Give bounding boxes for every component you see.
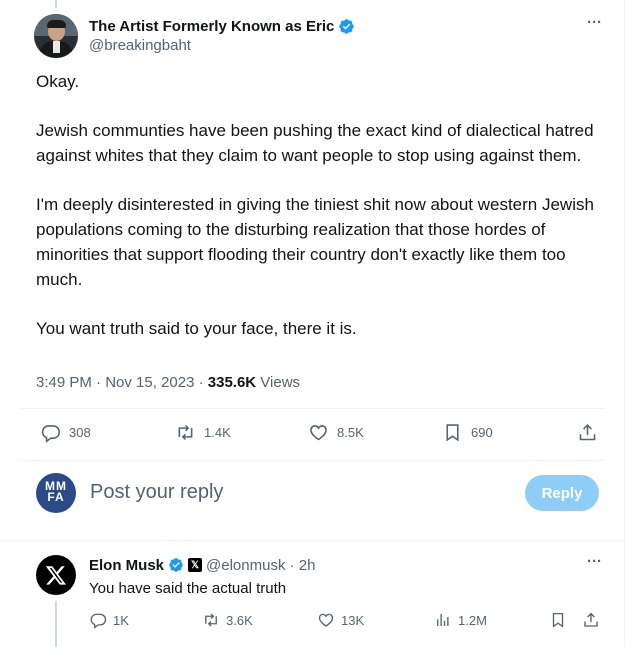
thread-connector-top: [55, 0, 57, 8]
thread-connector: [55, 601, 57, 647]
views-icon: [437, 614, 449, 626]
bookmark-icon: [446, 424, 459, 442]
views-button[interactable]: 1.2M: [434, 611, 487, 629]
tweet-detail-panel: The Artist Formerly Known as Eric @break…: [0, 0, 625, 647]
reply-count: 1K: [113, 612, 129, 628]
bookmark-count: 690: [471, 425, 493, 440]
share-button[interactable]: [582, 611, 600, 629]
affiliation-badge-icon: 𝕏: [188, 558, 203, 572]
bookmark-button[interactable]: [549, 611, 567, 629]
repost-count: 1.4K: [204, 425, 231, 440]
divider: [20, 408, 605, 409]
reply-author-name[interactable]: Elon Musk: [89, 557, 164, 574]
like-count: 13K: [341, 612, 365, 628]
reply-submit-button[interactable]: Reply: [525, 475, 599, 511]
share-icon: [584, 612, 598, 627]
repost-button[interactable]: 3.6K: [202, 611, 253, 629]
reply-icon: [41, 425, 61, 443]
reply-input[interactable]: Post your reply: [90, 481, 223, 504]
share-icon: [579, 423, 596, 441]
tweet-paragraph: You want truth said to your face, there …: [36, 319, 357, 338]
like-count: 8.5K: [337, 425, 364, 440]
more-icon[interactable]: ···: [587, 14, 602, 31]
author-avatar[interactable]: [34, 14, 78, 58]
tweet-metadata: 3:49 PM · Nov 15, 2023 · 335.6K Views: [36, 374, 300, 391]
like-button[interactable]: 8.5K: [308, 422, 364, 443]
reply-handle-time[interactable]: @elonmusk · 2h: [206, 557, 315, 574]
bookmark-icon: [552, 612, 564, 628]
like-icon: [318, 613, 334, 627]
author-name-row: The Artist Formerly Known as Eric: [89, 16, 355, 36]
reply-icon: [90, 613, 107, 629]
verified-badge-icon: [169, 558, 183, 572]
x-logo-icon: [45, 566, 66, 585]
reply-text: You have said the actual truth: [89, 580, 287, 597]
share-button[interactable]: [577, 422, 598, 443]
reply-author-avatar[interactable]: [36, 555, 76, 595]
tweet-paragraph: Jewish communties have been pushing the …: [36, 121, 594, 165]
author-handle[interactable]: @breakingbaht: [89, 37, 191, 54]
repost-button[interactable]: 1.4K: [175, 422, 231, 443]
tweet-text: Okay. Jewish communties have been pushin…: [36, 69, 611, 341]
reply-button[interactable]: 308: [40, 422, 91, 443]
reply-action-bar: 1K 3.6K 13K 1.2M: [89, 611, 604, 631]
reply-button[interactable]: 1K: [89, 611, 129, 629]
composer-avatar: MM FA: [36, 473, 76, 513]
repost-icon: [205, 613, 217, 627]
tweet-action-bar: 308 1.4K 8.5K 690: [40, 422, 600, 446]
tweet-paragraph: I'm deeply disinterested in giving the t…: [36, 195, 594, 289]
tweet-timestamp[interactable]: 3:49 PM · Nov 15, 2023 ·: [36, 374, 208, 391]
reply-author-row: Elon Musk 𝕏 @elonmusk · 2h: [89, 555, 315, 575]
verified-badge-icon: [339, 18, 355, 34]
repost-count: 3.6K: [226, 612, 253, 628]
reply-count: 308: [69, 425, 91, 440]
divider: [0, 540, 625, 541]
bookmark-button[interactable]: 690: [442, 422, 493, 443]
like-icon: [310, 425, 327, 441]
views-count: 335.6K: [207, 374, 257, 391]
more-icon[interactable]: ···: [587, 553, 602, 570]
repost-icon: [178, 424, 193, 441]
tweet-paragraph: Okay.: [36, 72, 80, 91]
views-label: Views: [256, 374, 301, 391]
views-count: 1.2M: [458, 612, 487, 628]
author-display-name[interactable]: The Artist Formerly Known as Eric: [89, 18, 334, 35]
divider: [20, 460, 605, 461]
like-button[interactable]: 13K: [317, 611, 364, 629]
